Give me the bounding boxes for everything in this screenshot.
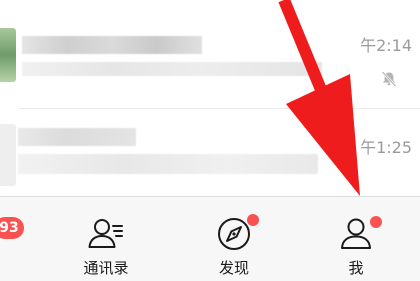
tab-label: 通讯录 xyxy=(83,259,129,277)
tab-me[interactable]: 我 xyxy=(306,197,406,281)
contacts-icon xyxy=(88,219,123,248)
blurred-chat-name xyxy=(22,36,202,54)
tab-discover[interactable]: 发现 xyxy=(184,197,284,281)
blurred-chat-name xyxy=(18,128,136,146)
avatar xyxy=(0,28,16,82)
avatar xyxy=(0,124,16,186)
row-divider xyxy=(18,108,420,109)
bottom-tab-bar: 93 通讯录 发现 我 xyxy=(0,196,420,281)
chat-list-item[interactable]: 午2:14 xyxy=(0,18,420,104)
tab-contacts[interactable]: 通讯录 xyxy=(56,197,156,281)
chat-list-item[interactable]: 午1:25 xyxy=(0,118,420,204)
chat-time: 午1:25 xyxy=(360,138,412,157)
tab-label: 发现 xyxy=(218,259,249,277)
tab-label: 我 xyxy=(348,259,364,277)
blurred-chat-preview xyxy=(22,62,322,76)
chat-list: 午2:14 午1:25 xyxy=(0,0,420,196)
unread-count-badge[interactable]: 93 xyxy=(0,217,24,239)
blurred-chat-preview xyxy=(18,154,318,174)
chat-time: 午2:14 xyxy=(360,36,412,55)
new-content-dot xyxy=(247,214,259,226)
mute-bell-icon xyxy=(381,71,397,87)
new-content-dot xyxy=(370,216,382,228)
